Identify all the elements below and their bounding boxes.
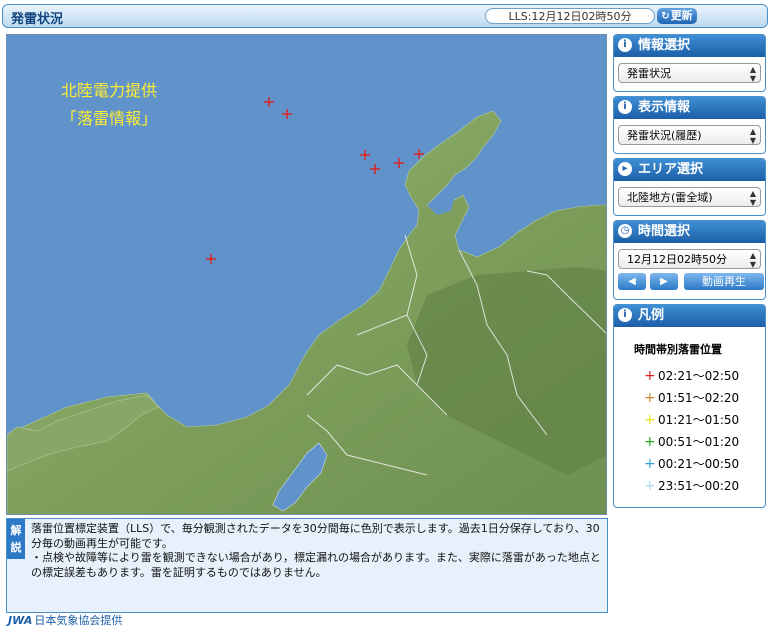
strike-marker-icon: + (644, 412, 656, 428)
time-controls: ◀ ▶ 動画再生 (618, 273, 764, 291)
legend-list: +02:21〜02:50 +01:51〜02:20 +01:21〜01:50 +00:… (614, 365, 765, 497)
legend-title: 凡例 (638, 308, 665, 323)
legend-label: 23:51〜00:20 (658, 479, 740, 493)
info-select-title: 情報選択 (638, 38, 691, 53)
play-animation-button[interactable]: 動画再生 (684, 273, 764, 290)
time-select-header: ◷ 時間選択 (614, 221, 765, 243)
page-title: 発雷状況 (11, 12, 64, 27)
prev-time-button[interactable]: ◀ (618, 273, 646, 290)
updown-arrows-icon: ▲ ▼ (749, 127, 756, 145)
jwa-logo: JWA (8, 614, 33, 627)
refresh-icon: ↻ (661, 11, 670, 22)
info-select-panel: i 情報選択 発雷状況 ▲ ▼ (613, 34, 766, 92)
area-select-title: エリア選択 (638, 162, 704, 177)
updown-arrows-icon: ▲ ▼ (749, 65, 756, 83)
legend-item: +01:21〜01:50 (614, 409, 765, 431)
strike-marker-icon: + (644, 478, 656, 494)
legend-label: 00:51〜01:20 (658, 435, 740, 449)
display-info-title: 表示情報 (638, 100, 691, 115)
legend-subtitle: 時間帯別落雷位置 (634, 343, 722, 356)
time-select-title: 時間選択 (638, 224, 691, 239)
description-note: ・点検や故障等により雷を観測できない場合があり，標定漏れの場合があります。また、… (31, 551, 601, 579)
info-select-value: 発雷状況 (627, 67, 671, 80)
lightning-map[interactable]: 北陸電力提供 「落雷情報」 (6, 34, 607, 515)
legend-item: +00:51〜01:20 (614, 431, 765, 453)
info-select-header: i 情報選択 (614, 35, 765, 57)
info-icon: i (618, 308, 632, 322)
description-box: 解説 落雷位置標定装置（LLS）で、毎分観測されたデータを30分間毎に色別で表示… (6, 518, 608, 613)
legend-item: +00:21〜00:50 (614, 453, 765, 475)
legend-item: +01:51〜02:20 (614, 387, 765, 409)
display-info-panel: i 表示情報 発雷状況(履歴) ▲ ▼ (613, 96, 766, 154)
next-time-button[interactable]: ▶ (650, 273, 678, 290)
strike-marker-icon: + (644, 390, 656, 406)
footer-text: 日本気象協会提供 (34, 614, 123, 627)
refresh-label: 更新 (670, 9, 693, 22)
map-provider-credit: 北陸電力提供 「落雷情報」 (61, 77, 157, 133)
legend-item: +23:51〜00:20 (614, 475, 765, 497)
legend-label: 02:21〜02:50 (658, 369, 740, 383)
area-select-dropdown[interactable]: 北陸地方(雷全域) ▲ ▼ (618, 187, 761, 207)
refresh-button[interactable]: ↻更新 (657, 8, 697, 24)
footer-credit: JWA 日本気象協会提供 (8, 612, 122, 628)
time-select-dropdown[interactable]: 12月12日02時50分 ▲ ▼ (618, 249, 761, 269)
area-select-panel: ▸ エリア選択 北陸地方(雷全域) ▲ ▼ (613, 158, 766, 216)
display-info-dropdown[interactable]: 発雷状況(履歴) ▲ ▼ (618, 125, 761, 145)
legend-label: 00:21〜00:50 (658, 457, 740, 471)
clock-icon: ◷ (618, 224, 632, 238)
legend-item: +02:21〜02:50 (614, 365, 765, 387)
time-select-panel: ◷ 時間選択 12月12日02時50分 ▲ ▼ ◀ ▶ 動画再生 (613, 220, 766, 300)
lls-timestamp: LLS:12月12日02時50分 (485, 8, 655, 24)
area-select-value: 北陸地方(雷全域) (627, 191, 713, 204)
display-info-value: 発雷状況(履歴) (627, 129, 702, 142)
updown-arrows-icon: ▲ ▼ (749, 251, 756, 269)
legend-panel: i 凡例 時間帯別落雷位置 +02:21〜02:50 +01:51〜02:20 +01… (613, 304, 766, 508)
display-info-header: i 表示情報 (614, 97, 765, 119)
strike-marker-icon: + (644, 456, 656, 472)
legend-header: i 凡例 (614, 305, 765, 327)
info-icon: i (618, 38, 632, 52)
provider-subtitle: 「落雷情報」 (61, 109, 158, 128)
strike-marker-icon: + (644, 434, 656, 450)
updown-arrows-icon: ▲ ▼ (749, 189, 756, 207)
play-circle-icon: ▸ (618, 162, 632, 176)
description-tag: 解説 (7, 519, 25, 559)
provider-name: 北陸電力提供 (61, 81, 158, 100)
description-tag-label: 解説 (10, 524, 22, 554)
info-icon: i (618, 100, 632, 114)
time-select-value: 12月12日02時50分 (627, 253, 727, 266)
description-text: 落雷位置標定装置（LLS）で、毎分観測されたデータを30分間毎に色別で表示します… (31, 522, 603, 580)
legend-label: 01:21〜01:50 (658, 413, 740, 427)
description-paragraph: 落雷位置標定装置（LLS）で、毎分観測されたデータを30分間毎に色別で表示します… (31, 522, 600, 550)
strike-marker-icon: + (644, 368, 656, 384)
legend-label: 01:51〜02:20 (658, 391, 740, 405)
header-bar: 発雷状況 LLS:12月12日02時50分 ↻更新 (2, 4, 768, 28)
area-select-header: ▸ エリア選択 (614, 159, 765, 181)
info-select-dropdown[interactable]: 発雷状況 ▲ ▼ (618, 63, 761, 83)
